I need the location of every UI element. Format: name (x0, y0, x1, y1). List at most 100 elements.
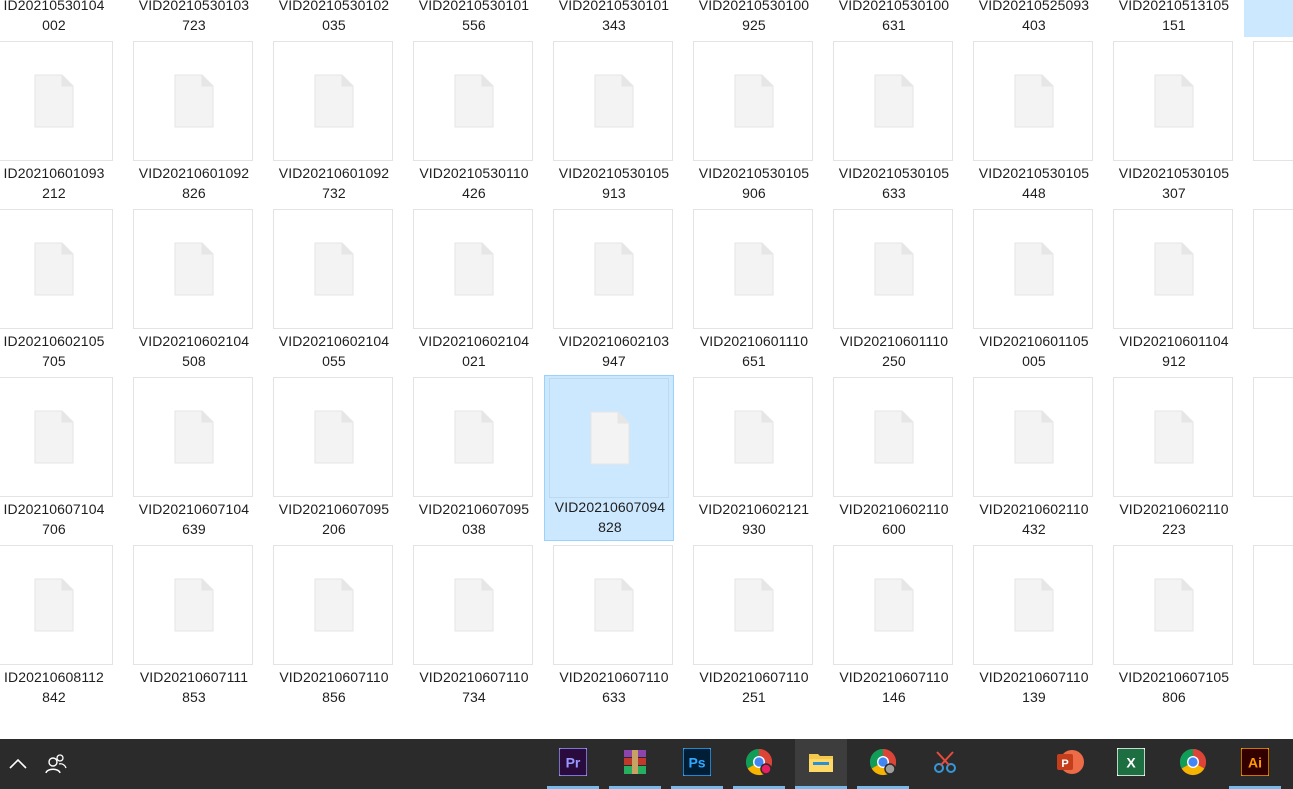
winrar-taskbar-button[interactable] (609, 739, 661, 789)
file-item[interactable]: VID20210530105 906 (693, 41, 824, 208)
file-name: VID20210513105 151 (1109, 0, 1239, 35)
file-item[interactable]: VID20210601104 912 (1113, 209, 1244, 376)
file-name-line: 038 (462, 521, 486, 537)
file-name: VID20210530105 913 (549, 163, 679, 203)
file-item[interactable]: VID20210602104 021 (413, 209, 544, 376)
file-name: ID20210602105 705 (0, 331, 119, 371)
file-icon (34, 242, 74, 296)
file-item[interactable]: ID20210607104 706 (0, 377, 124, 544)
file-item[interactable]: VID20210530110 426 (413, 41, 544, 208)
file-item[interactable]: VID20 (1253, 377, 1293, 544)
file-thumbnail (413, 377, 533, 497)
file-name: VID20210602121 930 (689, 499, 819, 539)
file-name-line: 307 (1162, 185, 1186, 201)
photoshop-taskbar-button[interactable]: Ps (671, 739, 723, 789)
file-name: VID20210530105 307 (1109, 163, 1239, 203)
file-item[interactable]: VID20210607110 734 (413, 545, 544, 712)
file-item[interactable]: VID20210607110 856 (273, 545, 404, 712)
file-item[interactable]: VID20210530101 343 (554, 0, 684, 40)
file-icon (1154, 74, 1194, 128)
file-item[interactable]: VID20210602110 223 (1113, 377, 1244, 544)
file-item[interactable]: VID20210607110 139 (973, 545, 1104, 712)
file-item[interactable]: VID20210607095 206 (273, 377, 404, 544)
powerpoint-taskbar-button[interactable]: P (1043, 739, 1095, 789)
file-name-line: 250 (882, 353, 906, 369)
file-icon (314, 410, 354, 464)
file-icon (874, 74, 914, 128)
file-item[interactable]: VID20210607110 146 (833, 545, 964, 712)
file-item[interactable]: VID20210602110 432 (973, 377, 1104, 544)
snipping-tool-taskbar-button[interactable] (919, 739, 971, 789)
file-item[interactable]: VID20210607095 038 (413, 377, 544, 544)
file-item[interactable]: VID20210607105 806 (1113, 545, 1244, 712)
file-name-line: VID20210602104 (278, 333, 390, 349)
file-item[interactable]: ID20210601093 212 (0, 41, 124, 208)
file-item[interactable]: VID20210601110 651 (693, 209, 824, 376)
file-item[interactable]: VID20210530100 631 (834, 0, 964, 40)
chrome-taskbar-button[interactable] (1167, 739, 1219, 789)
file-name: VID20210607105 806 (1109, 667, 1239, 707)
file-item[interactable]: VID20 (1253, 41, 1293, 208)
premiere-pro-icon: Pr (559, 748, 587, 776)
file-name-line: 732 (322, 185, 346, 201)
file-name: VID20 (1249, 0, 1293, 35)
file-icon (34, 410, 74, 464)
file-item[interactable]: VID20210513105 151 (1114, 0, 1244, 40)
file-item[interactable]: VID20210607111 853 (133, 545, 264, 712)
file-item[interactable]: VID20210607104 639 (133, 377, 264, 544)
file-item[interactable]: VID20210530101 556 (414, 0, 544, 40)
file-item[interactable]: VID20210601092 732 (273, 41, 404, 208)
file-item[interactable]: VID20210530100 925 (694, 0, 824, 40)
file-thumbnail (1253, 209, 1293, 329)
file-item[interactable]: VID20210525093 403 (974, 0, 1104, 40)
file-grid: ID20210530104 002 VID20210530103 723 VID2021… (0, 0, 1293, 739)
file-item[interactable]: VID20210530105 307 (1113, 41, 1244, 208)
file-item[interactable]: VID20210602110 600 (833, 377, 964, 544)
file-item[interactable]: VID20210601105 005 (973, 209, 1104, 376)
excel-taskbar-button[interactable]: X (1105, 739, 1157, 789)
chrome-profile-taskbar-button[interactable] (733, 739, 785, 789)
file-item[interactable]: VID20 (1253, 209, 1293, 376)
people-button[interactable] (38, 739, 74, 789)
file-item[interactable]: VID20210601092 826 (133, 41, 264, 208)
file-item[interactable]: VID20210530105 633 (833, 41, 964, 208)
file-item[interactable]: VID20210602104 508 (133, 209, 264, 376)
file-item[interactable]: ID20210602105 705 (0, 209, 124, 376)
file-item[interactable]: VID20210530105 913 (553, 41, 684, 208)
file-name: VID20210602110 600 (829, 499, 959, 539)
file-name: VID20 (1249, 163, 1293, 203)
file-item[interactable]: VID20 (1254, 0, 1293, 40)
file-item[interactable]: VID20210602103 947 (553, 209, 684, 376)
file-icon (734, 74, 774, 128)
file-item[interactable]: VID20210602104 055 (273, 209, 404, 376)
file-name-line: VID20210530100 (698, 0, 810, 13)
file-name-line: 633 (602, 689, 626, 705)
file-item[interactable]: VID20210607110 633 (553, 545, 684, 712)
file-name-line: 906 (742, 185, 766, 201)
file-item[interactable]: VID20210530103 723 (134, 0, 264, 40)
file-item[interactable]: VID20210602121 930 (693, 377, 824, 544)
file-item[interactable]: ID20210608112 842 (0, 545, 124, 712)
file-name-line: 343 (602, 17, 626, 33)
file-item[interactable]: VID20210601110 250 (833, 209, 964, 376)
chrome-user-taskbar-button[interactable] (857, 739, 909, 789)
file-name-line (1249, 351, 1293, 371)
file-icon (734, 410, 774, 464)
file-thumbnail (693, 545, 813, 665)
file-name-line: VID20210530105 (838, 165, 950, 181)
illustrator-taskbar-button[interactable]: Ai (1229, 739, 1281, 789)
file-item[interactable]: VID20210607094 828 (544, 375, 674, 541)
file-item[interactable]: VID20210607110 251 (693, 545, 824, 712)
file-item[interactable]: VID20 (1253, 545, 1293, 712)
app-icon-label: Ps (688, 755, 705, 771)
file-item[interactable]: VID20210530105 448 (973, 41, 1104, 208)
show-hidden-icons-button[interactable] (0, 739, 36, 789)
file-icon (314, 242, 354, 296)
file-item[interactable]: ID20210530104 002 (0, 0, 124, 40)
premiere-pro-taskbar-button[interactable]: Pr (547, 739, 599, 789)
file-item[interactable]: VID20210530102 035 (274, 0, 404, 40)
file-explorer-taskbar-button[interactable] (795, 739, 847, 789)
file-name: VID20210602104 508 (129, 331, 259, 371)
file-name-line: 925 (742, 17, 766, 33)
file-name-line: VID20210601104 (1119, 333, 1229, 349)
